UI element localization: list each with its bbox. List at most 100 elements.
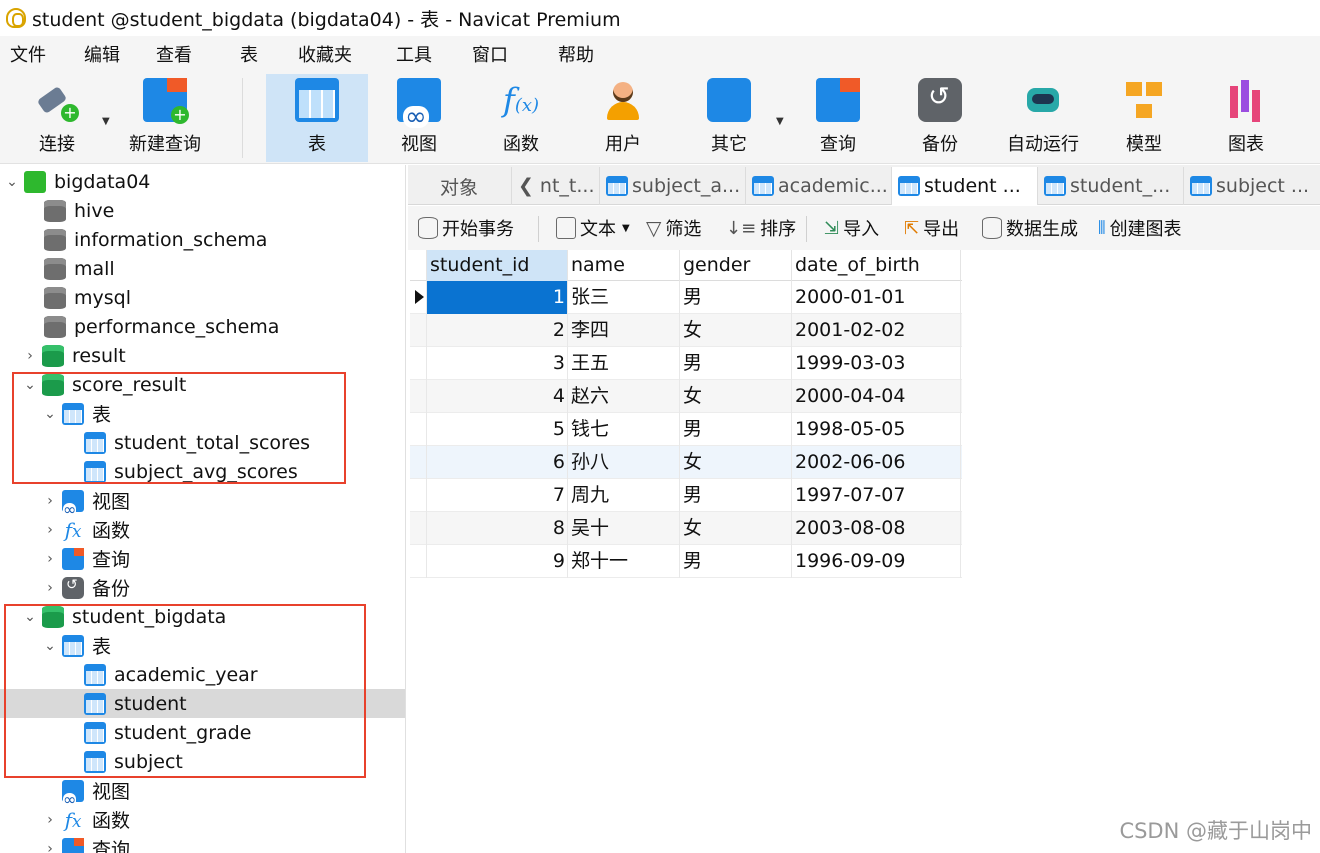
begin-transaction-button[interactable]: 开始事务 [418,206,514,250]
tab-student-grade[interactable]: student_... [1038,167,1184,205]
query-button[interactable]: 查询 [790,74,886,162]
cell-gender[interactable]: 女 [680,512,792,545]
row-indicator[interactable] [410,281,427,314]
cell-gender[interactable]: 女 [680,314,792,347]
cell-student-id[interactable]: 4 [427,380,568,413]
menu-file[interactable]: 文件 [0,41,76,67]
backup-button[interactable]: 备份 [892,74,988,162]
cell-date-of-birth[interactable]: 2000-04-04 [792,380,961,413]
cell-gender[interactable]: 女 [680,446,792,479]
tree-functions-folder[interactable]: › fx 函数 [0,805,405,834]
table-row[interactable]: 6 孙八 女 2002-06-06 [410,446,962,479]
tab-student[interactable]: student ... [892,167,1038,205]
cell-gender[interactable]: 女 [680,380,792,413]
table-row[interactable]: 7 周九 男 1997-07-07 [410,479,962,512]
table-row[interactable]: 4 赵六 女 2000-04-04 [410,380,962,413]
cell-name[interactable]: 郑十一 [568,545,680,578]
cell-student-id[interactable]: 3 [427,347,568,380]
tree-server[interactable]: ⌄ bigdata04 [0,167,405,196]
tree-db-mall[interactable]: mall [0,254,405,283]
column-header-gender[interactable]: gender [680,250,792,281]
cell-date-of-birth[interactable]: 1999-03-03 [792,347,961,380]
expand-icon[interactable]: › [42,493,58,509]
table-row[interactable]: 2 李四 女 2001-02-02 [410,314,962,347]
user-button[interactable]: 用户 [574,74,672,162]
row-indicator[interactable] [410,446,427,479]
tree-queries-folder[interactable]: › 查询 [0,834,405,853]
chart-button[interactable]: 图表 [1198,74,1294,162]
cell-date-of-birth[interactable]: 1996-09-09 [792,545,961,578]
menu-edit[interactable]: 编辑 [76,41,152,67]
cell-gender[interactable]: 男 [680,545,792,578]
chevron-left-icon[interactable]: ❮ [518,175,534,197]
tree-queries-folder[interactable]: › 查询 [0,544,405,573]
cell-date-of-birth[interactable]: 1998-05-05 [792,413,961,446]
connect-dropdown-icon[interactable]: ▼ [102,116,110,127]
filter-button[interactable]: ▽ 筛选 [646,206,701,250]
column-header-name[interactable]: name [568,250,680,281]
table-button[interactable]: 表 [266,74,368,162]
tab-nt-t[interactable]: ❮ nt_t... [512,167,600,205]
cell-name[interactable]: 钱七 [568,413,680,446]
other-button[interactable]: 其它 [680,74,778,162]
row-indicator[interactable] [410,479,427,512]
row-indicator[interactable] [410,545,427,578]
menu-window[interactable]: 窗口 [472,41,558,67]
cell-date-of-birth[interactable]: 2000-01-01 [792,281,961,314]
cell-date-of-birth[interactable]: 1997-07-07 [792,479,961,512]
cell-name[interactable]: 王五 [568,347,680,380]
tree-db-hive[interactable]: hive [0,196,405,225]
row-indicator[interactable] [410,380,427,413]
expand-icon[interactable]: › [42,812,58,828]
tree-views-folder[interactable]: 视图 [0,776,405,807]
table-row[interactable]: 3 王五 男 1999-03-03 [410,347,962,380]
cell-student-id[interactable]: 8 [427,512,568,545]
expand-icon[interactable]: › [42,841,58,853]
other-dropdown-icon[interactable]: ▼ [776,116,784,127]
tree-db-result[interactable]: › result [0,341,405,370]
cell-date-of-birth[interactable]: 2003-08-08 [792,512,961,545]
tree-db-performance-schema[interactable]: performance_schema [0,312,405,341]
tree-db-information-schema[interactable]: information_schema [0,225,405,254]
cell-name[interactable]: 周九 [568,479,680,512]
cell-student-id[interactable]: 2 [427,314,568,347]
cell-student-id[interactable]: 1 [427,281,568,314]
tree-functions-folder[interactable]: › fx 函数 [0,515,405,544]
cell-name[interactable]: 赵六 [568,380,680,413]
cell-name[interactable]: 张三 [568,281,680,314]
tree-backups-folder[interactable]: › 备份 [0,573,405,602]
tab-objects[interactable]: 对象 [408,167,512,205]
expand-icon[interactable]: › [42,522,58,538]
cell-name[interactable]: 孙八 [568,446,680,479]
sort-button[interactable]: ↓≡ 排序 [726,206,796,250]
tree-db-mysql[interactable]: mysql [0,283,405,312]
model-button[interactable]: 模型 [1096,74,1192,162]
cell-name[interactable]: 李四 [568,314,680,347]
expand-icon[interactable]: › [42,551,58,567]
cell-gender[interactable]: 男 [680,413,792,446]
column-header-date-of-birth[interactable]: date_of_birth [792,250,961,281]
text-button[interactable]: 文本 ▼ [556,206,630,250]
automation-button[interactable]: 自动运行 [994,74,1092,162]
table-row[interactable]: 9 郑十一 男 1996-09-09 [410,545,962,578]
row-indicator[interactable] [410,314,427,347]
cell-date-of-birth[interactable]: 2002-06-06 [792,446,961,479]
menu-favorites[interactable]: 收藏夹 [298,41,396,67]
cell-date-of-birth[interactable]: 2001-02-02 [792,314,961,347]
menu-tools[interactable]: 工具 [396,41,472,67]
collapse-icon[interactable]: ⌄ [4,174,20,190]
cell-student-id[interactable]: 5 [427,413,568,446]
table-row[interactable]: 8 吴十 女 2003-08-08 [410,512,962,545]
cell-gender[interactable]: 男 [680,281,792,314]
column-header-student-id[interactable]: student_id [427,250,568,281]
cell-student-id[interactable]: 7 [427,479,568,512]
row-indicator[interactable] [410,512,427,545]
connect-button[interactable]: 连接 [22,74,92,162]
cell-student-id[interactable]: 9 [427,545,568,578]
expand-icon[interactable]: › [22,348,38,364]
menu-view[interactable]: 查看 [152,41,240,67]
tab-subject[interactable]: subject ... [1184,167,1320,205]
data-generation-button[interactable]: 数据生成 [982,206,1078,250]
row-indicator[interactable] [410,347,427,380]
table-row[interactable]: 5 钱七 男 1998-05-05 [410,413,962,446]
